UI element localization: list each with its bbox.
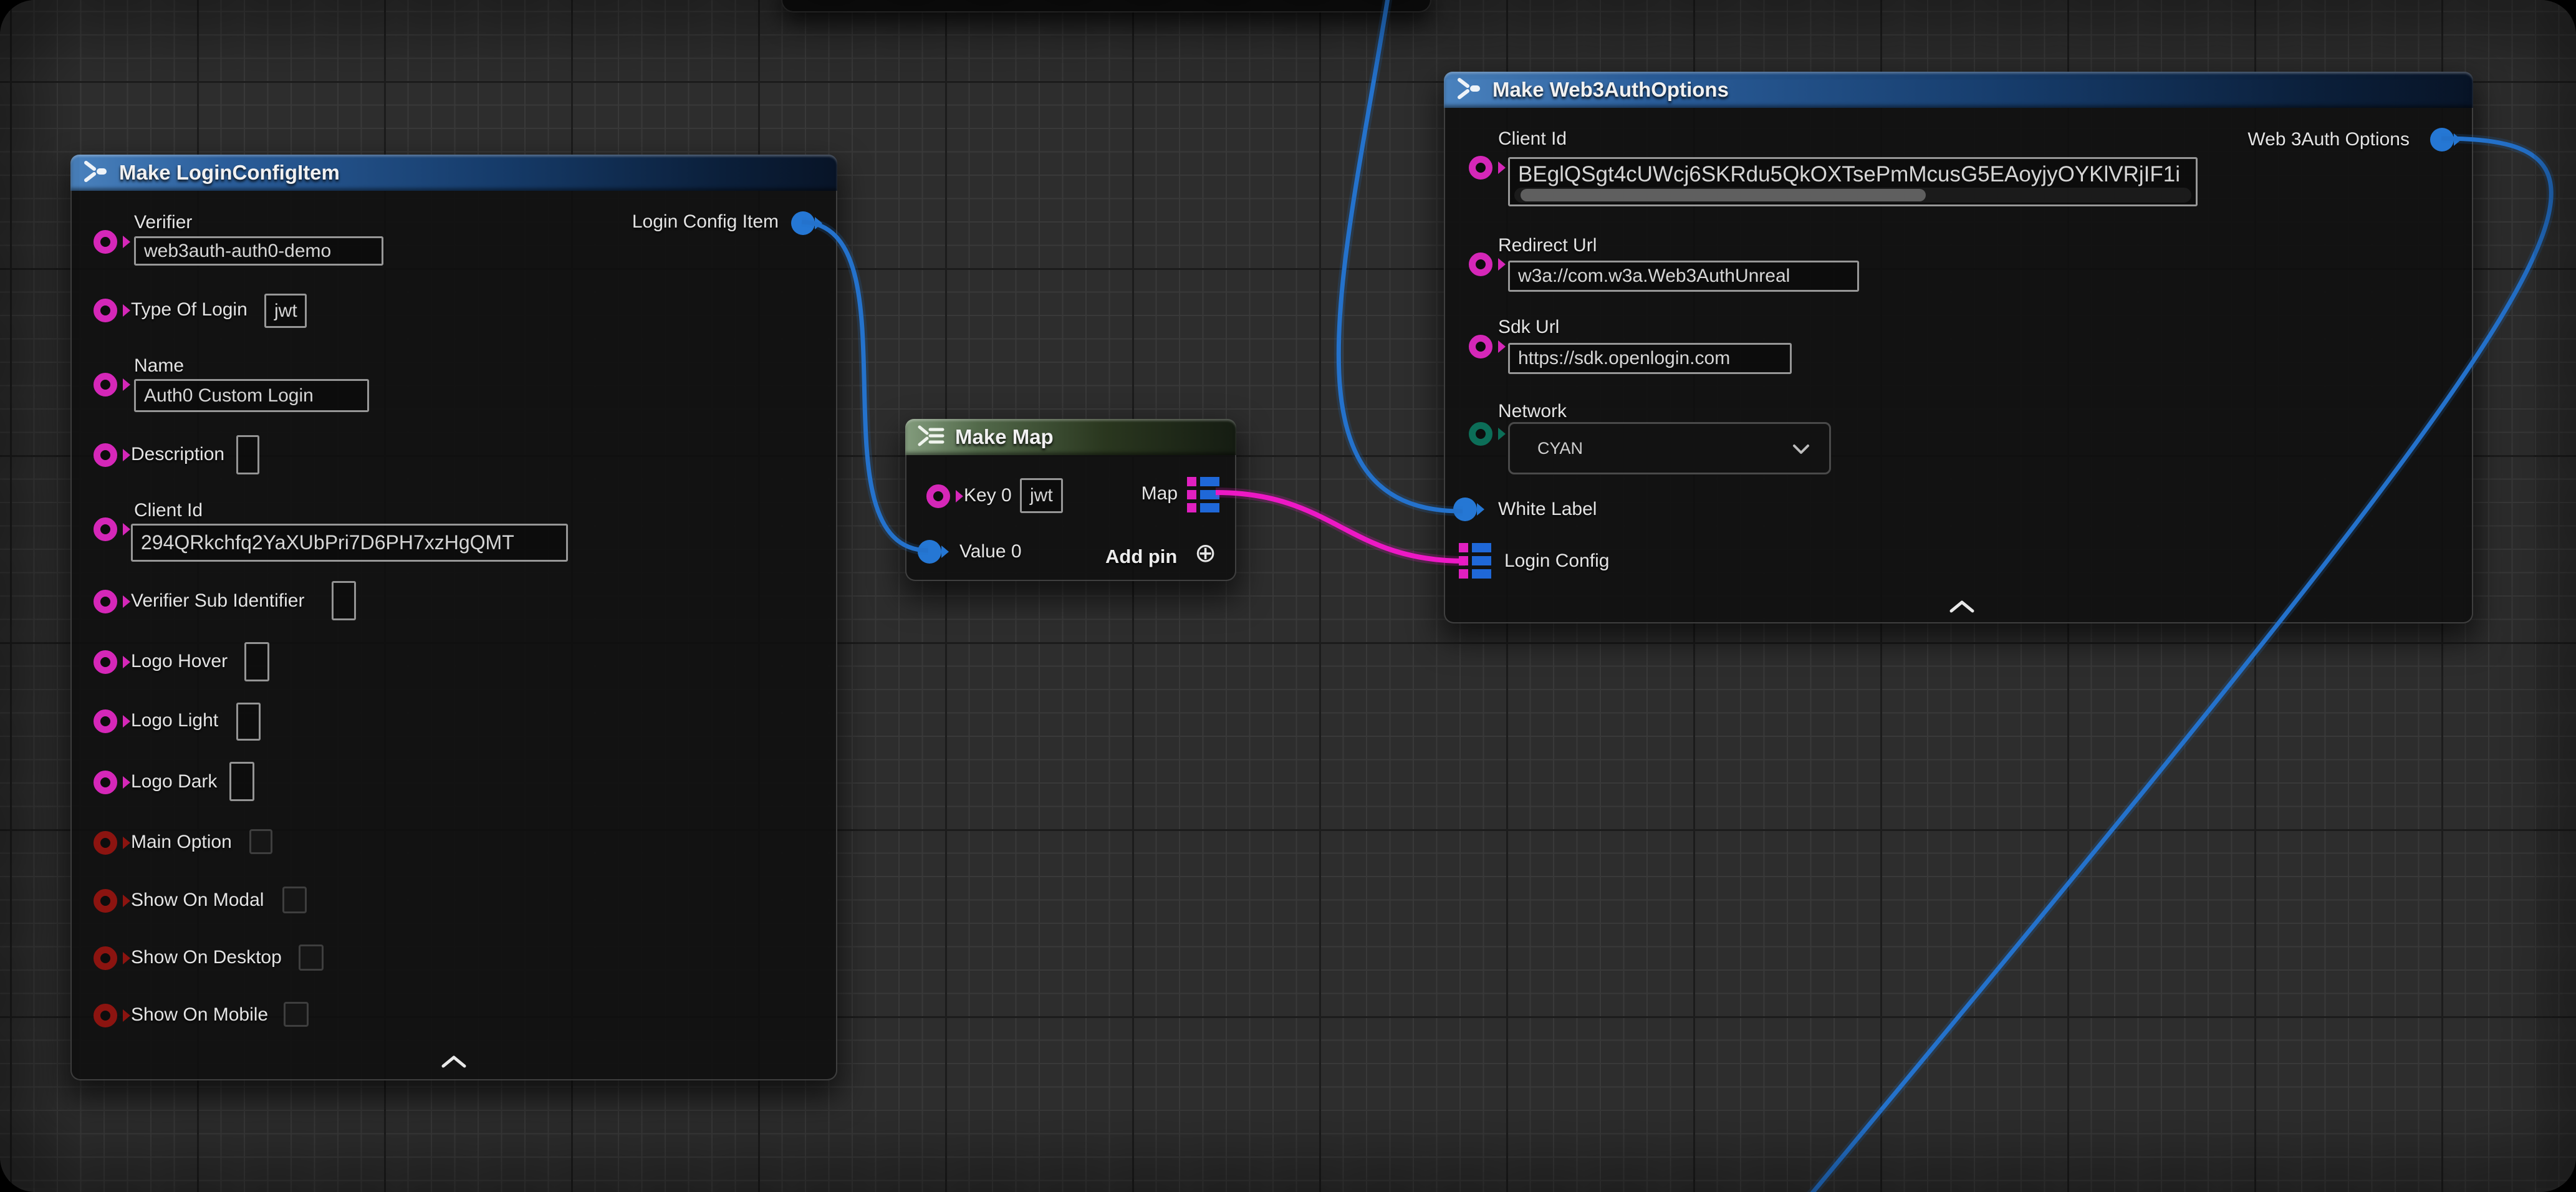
verifier-sub-identifier-input[interactable] [332, 581, 356, 620]
pin-label-logo-hover: Logo Hover [131, 650, 228, 673]
node-make-web3authoptions[interactable]: Make Web3AuthOptions Client Id BEglQSgt4… [1444, 72, 2473, 623]
pin-name[interactable] [94, 373, 117, 397]
pin-logo-light[interactable] [94, 709, 117, 733]
pin-description[interactable] [94, 443, 117, 467]
verifier-input[interactable]: web3auth-auth0-demo [134, 236, 383, 266]
pin-label-login-config-item: Login Config Item [632, 211, 779, 233]
pin-label-show-on-desktop: Show On Desktop [131, 946, 282, 969]
pin-key0[interactable] [926, 484, 950, 508]
node-make-loginconfigitem[interactable]: Make LoginConfigItem Verifier web3auth-a… [70, 155, 837, 1080]
pin-label-redirect-url: Redirect Url [1498, 234, 1597, 257]
sdk-url-input[interactable]: https://sdk.openlogin.com [1508, 343, 1792, 374]
wire-map-to-loginconfig-glow [1216, 493, 1465, 561]
collapse-chevron-icon[interactable] [440, 1054, 468, 1073]
node-header[interactable]: Make Web3AuthOptions [1444, 72, 2473, 108]
client-id-scrollbar-handle[interactable] [1521, 189, 1926, 201]
add-pin-button[interactable]: Add pin [1105, 546, 1177, 568]
pin-label-verifier-sub-identifier: Verifier Sub Identifier [131, 590, 304, 612]
offscreen-node-bottom-edge[interactable] [781, 0, 1431, 12]
pin-logo-hover[interactable] [94, 650, 117, 674]
pin-show-on-desktop[interactable] [94, 946, 117, 970]
node-header[interactable]: Make LoginConfigItem [70, 155, 837, 191]
pin-login-config[interactable] [1459, 543, 1491, 579]
pin-login-config-item-output[interactable] [791, 211, 815, 235]
pin-label-verifier: Verifier [134, 211, 192, 234]
pin-label-value0: Value 0 [959, 541, 1022, 563]
pin-label-login-config: Login Config [1504, 550, 1609, 572]
pin-show-on-mobile[interactable] [94, 1004, 117, 1027]
node-make-map[interactable]: Make Map Key 0 jwt Map Value 0 Add pin ⊕ [905, 419, 1236, 581]
wire-map-to-loginconfig[interactable] [1216, 493, 1465, 561]
network-dropdown-value: CYAN [1510, 439, 1583, 458]
pin-label-logo-dark: Logo Dark [131, 771, 217, 793]
pin-client-id[interactable] [94, 517, 117, 541]
pin-label-white-label: White Label [1498, 498, 1597, 521]
redirect-url-input[interactable]: w3a://com.w3a.Web3AuthUnreal [1508, 261, 1859, 292]
pin-network[interactable] [1469, 422, 1492, 446]
pin-label-map: Map [1131, 483, 1178, 505]
pin-client-id[interactable] [1469, 156, 1492, 180]
type-of-login-input[interactable]: jwt [264, 294, 307, 328]
pin-white-label[interactable] [1453, 497, 1477, 521]
pin-label-client-id: Client Id [134, 499, 203, 522]
pin-map-output[interactable] [1187, 477, 1219, 512]
pin-label-client-id: Client Id [1498, 128, 1567, 150]
main-option-checkbox[interactable] [249, 829, 272, 854]
name-input[interactable]: Auth0 Custom Login [134, 379, 369, 412]
logo-dark-input[interactable] [229, 762, 254, 801]
pin-web3auth-options-output[interactable] [2430, 128, 2454, 151]
pin-label-sdk-url: Sdk Url [1498, 316, 1559, 339]
pin-label-show-on-modal: Show On Modal [131, 889, 264, 911]
pin-sdk-url[interactable] [1469, 335, 1492, 358]
node-header[interactable]: Make Map [905, 419, 1236, 455]
node-title: Make Map [955, 425, 1054, 449]
pin-label-key0: Key 0 [964, 484, 1012, 507]
pin-label-show-on-mobile: Show On Mobile [131, 1004, 268, 1026]
pin-type-of-login[interactable] [94, 299, 117, 322]
logo-hover-input[interactable] [244, 642, 269, 681]
pin-verifier-sub-identifier[interactable] [94, 590, 117, 613]
pin-verifier[interactable] [94, 230, 117, 254]
show-on-modal-checkbox[interactable] [282, 887, 307, 913]
pin-label-description: Description [131, 443, 224, 466]
chevron-down-icon [1790, 441, 1812, 461]
description-input[interactable] [236, 435, 259, 474]
pin-show-on-modal[interactable] [94, 889, 117, 913]
network-dropdown[interactable]: CYAN [1508, 422, 1831, 474]
pin-logo-dark[interactable] [94, 771, 117, 794]
show-on-desktop-checkbox[interactable] [299, 944, 324, 971]
collapse-chevron-icon[interactable] [1948, 598, 1976, 618]
client-id-input[interactable]: 294QRkchfq2YaXUbPri7D6PH7xzHgQMT [131, 524, 568, 562]
make-map-icon [916, 425, 945, 450]
pin-label-logo-light: Logo Light [131, 709, 218, 732]
pin-redirect-url[interactable] [1469, 252, 1492, 276]
pin-label-name: Name [134, 355, 184, 377]
pin-label-type-of-login: Type Of Login [131, 299, 248, 321]
node-title: Make Web3AuthOptions [1492, 78, 1729, 102]
pin-main-option[interactable] [94, 831, 117, 855]
logo-light-input[interactable] [236, 703, 261, 741]
blueprint-graph-canvas[interactable]: Make LoginConfigItem Verifier web3auth-a… [0, 0, 2576, 1192]
add-pin-plus-icon[interactable]: ⊕ [1194, 541, 1216, 565]
pin-label-network: Network [1498, 400, 1567, 423]
make-struct-icon [1455, 76, 1483, 104]
pin-label-main-option: Main Option [131, 831, 232, 853]
pin-value0[interactable] [918, 540, 941, 564]
node-title: Make LoginConfigItem [119, 161, 340, 185]
show-on-mobile-checkbox[interactable] [284, 1002, 309, 1027]
key0-input[interactable]: jwt [1020, 478, 1063, 513]
make-struct-icon [82, 159, 109, 187]
pin-label-web3auth-options-output: Web 3Auth Options [2247, 128, 2410, 151]
